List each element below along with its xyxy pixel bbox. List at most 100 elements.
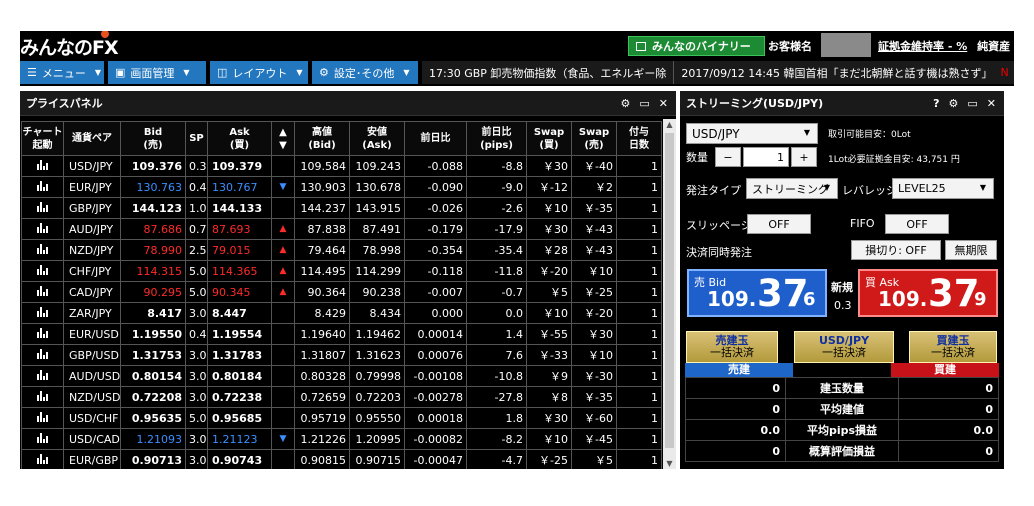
table-row[interactable]: EUR/JPY 130.763 0.4 130.767 ▼ 130.903 130.678-… (21, 176, 662, 198)
pair-cell[interactable]: NZD/JPY (63, 239, 121, 261)
qty-increment-button[interactable]: + (791, 147, 817, 167)
binary-button[interactable]: みんなのバイナリー (628, 36, 765, 56)
table-row[interactable]: CHF/JPY 114.315 5.0 114.365 ▲ 114.495 114.299-… (21, 260, 662, 282)
col-header-ask[interactable]: Ask (買) (207, 121, 272, 156)
qty-input[interactable]: 1 (743, 147, 789, 167)
table-row[interactable]: USD/CAD 1.21093 3.0 1.21123 ▼ 1.21226 1.20995-… (21, 428, 662, 450)
chart-icon[interactable] (37, 390, 48, 401)
chart-icon[interactable] (37, 369, 48, 380)
bid-cell[interactable]: 130.763 (120, 176, 186, 198)
col-header-pair[interactable]: 通貨ペア (63, 121, 121, 156)
chart-launch-cell[interactable] (21, 260, 64, 282)
pair-cell[interactable]: EUR/GBP (63, 449, 121, 469)
bid-cell[interactable]: 90.295 (120, 281, 186, 303)
chart-launch-cell[interactable] (21, 344, 64, 366)
order-type-select[interactable]: ストリーミング ▼ (746, 178, 838, 199)
table-row[interactable]: EUR/USD 1.19550 0.4 1.19554 1.19640 1.19462 0.… (21, 323, 662, 345)
table-row[interactable]: CAD/JPY 90.295 5.0 90.345 ▲ 90.364 90.238 -0.00… (21, 281, 662, 303)
ask-cell[interactable]: 8.447 (207, 302, 272, 324)
ask-cell[interactable]: 130.767 (207, 176, 272, 198)
table-row[interactable]: AUD/JPY 87.686 0.7 87.693 ▲ 87.838 87.491 -0.17… (21, 218, 662, 240)
table-row[interactable]: NZD/USD 0.72208 3.0 0.72238 0.72659 0.72203 -0… (21, 386, 662, 408)
pair-close-all-button[interactable]: USD/JPY 一括決済 (794, 331, 894, 363)
table-row[interactable]: GBP/USD 1.31753 3.0 1.31783 1.31807 1.31623 0.… (21, 344, 662, 366)
ask-cell[interactable]: 114.365 (207, 260, 272, 282)
bid-cell[interactable]: 144.123 (120, 197, 186, 219)
pair-cell[interactable]: CHF/JPY (63, 260, 121, 282)
ask-cell[interactable]: 1.19554 (207, 323, 272, 345)
ask-cell[interactable]: 90.345 (207, 281, 272, 303)
chart-launch-cell[interactable] (21, 197, 64, 219)
minimize-icon[interactable]: ▭ (967, 97, 977, 110)
ask-cell[interactable]: 0.95685 (207, 407, 272, 429)
chart-launch-cell[interactable] (21, 302, 64, 324)
ask-cell[interactable]: 0.80184 (207, 365, 272, 387)
chart-launch-cell[interactable] (21, 239, 64, 261)
bid-cell[interactable]: 1.21093 (120, 428, 186, 450)
ask-cell[interactable]: 79.015 (207, 239, 272, 261)
pair-cell[interactable]: AUD/USD (63, 365, 121, 387)
sell-close-all-button[interactable]: 売建玉 一括決済 (686, 331, 778, 363)
col-header-sp[interactable]: SP (185, 121, 208, 156)
chart-icon[interactable] (37, 453, 48, 464)
news-ticker[interactable]: 17:30 GBP 卸売物価指数（食品、エネルギー除 2017/09/12 14… (422, 61, 1014, 84)
chart-icon[interactable] (37, 306, 48, 317)
pair-cell[interactable]: EUR/JPY (63, 176, 121, 198)
chart-icon[interactable] (37, 432, 48, 443)
pair-cell[interactable]: AUD/JPY (63, 218, 121, 240)
chart-launch-cell[interactable] (21, 218, 64, 240)
bid-cell[interactable]: 87.686 (120, 218, 186, 240)
gear-icon[interactable]: ⚙ (949, 97, 959, 110)
ask-cell[interactable]: 144.133 (207, 197, 272, 219)
chart-icon[interactable] (37, 243, 48, 254)
qty-decrement-button[interactable]: − (715, 147, 741, 167)
col-header-chart[interactable]: チャート 起動 (21, 121, 64, 156)
chart-launch-cell[interactable] (21, 365, 64, 387)
bid-cell[interactable]: 0.80154 (120, 365, 186, 387)
pair-cell[interactable]: EUR/USD (63, 323, 121, 345)
scroll-down-icon[interactable]: ▼ (663, 459, 676, 468)
bid-cell[interactable]: 0.90713 (120, 449, 186, 469)
chart-icon[interactable] (37, 159, 48, 170)
gear-icon[interactable]: ⚙ (621, 97, 631, 110)
chart-icon[interactable] (37, 180, 48, 191)
bid-cell[interactable]: 78.990 (120, 239, 186, 261)
menu-button[interactable]: ☰ メニュー ▼ (20, 61, 104, 84)
chart-icon[interactable] (37, 348, 48, 359)
col-header-change[interactable]: 前日比 (404, 121, 467, 156)
pair-cell[interactable]: GBP/USD (63, 344, 121, 366)
pair-select[interactable]: USD/JPY ▼ (686, 123, 818, 144)
bid-cell[interactable]: 8.417 (120, 302, 186, 324)
chart-launch-cell[interactable] (21, 323, 64, 345)
table-row[interactable]: ZAR/JPY 8.417 3.0 8.447 8.429 8.434 0.000 0.0 ￥1… (21, 302, 662, 324)
close-icon[interactable]: ✕ (659, 97, 668, 110)
scrollbar[interactable]: ▲ ▼ (663, 119, 676, 469)
minimize-icon[interactable]: ▭ (639, 97, 649, 110)
settings-button[interactable]: ⚙ 設定･その他 ▼ (312, 61, 418, 84)
margin-ratio[interactable]: 証拠金維持率 - % 純資産 (878, 38, 1010, 54)
bid-cell[interactable]: 1.19550 (120, 323, 186, 345)
chart-launch-cell[interactable] (21, 386, 64, 408)
col-header-swap-buy[interactable]: Swap (買) (526, 121, 572, 156)
ask-cell[interactable]: 87.693 (207, 218, 272, 240)
table-row[interactable]: AUD/USD 0.80154 3.0 0.80184 0.80328 0.79998 -0… (21, 365, 662, 387)
table-row[interactable]: NZD/JPY 78.990 2.5 79.015 ▲ 79.464 78.998 -0.35… (21, 239, 662, 261)
chart-launch-cell[interactable] (21, 155, 64, 177)
chart-launch-cell[interactable] (21, 449, 64, 469)
table-row[interactable]: EUR/GBP 0.90713 3.0 0.90743 0.90815 0.90715 -0… (21, 449, 662, 469)
bid-cell[interactable]: 1.31753 (120, 344, 186, 366)
leverage-select[interactable]: LEVEL25 ▼ (892, 178, 994, 199)
expiry-button[interactable]: 無期限 (945, 240, 997, 260)
pair-cell[interactable]: GBP/JPY (63, 197, 121, 219)
scrollbar-thumb[interactable] (665, 133, 674, 448)
chart-icon[interactable] (37, 222, 48, 233)
fifo-toggle[interactable]: OFF (885, 214, 949, 234)
col-header-swap-sell[interactable]: Swap (売) (571, 121, 617, 156)
col-header-low[interactable]: 安値 (Ask) (349, 121, 405, 156)
pair-cell[interactable]: USD/CAD (63, 428, 121, 450)
screen-management-button[interactable]: ▣ 画面管理 ▼ (108, 61, 206, 84)
col-header-change-pips[interactable]: 前日比 (pips) (466, 121, 527, 156)
layout-button[interactable]: ◫ レイアウト ▼ (210, 61, 308, 84)
pair-cell[interactable]: USD/CHF (63, 407, 121, 429)
pair-cell[interactable]: USD/JPY (63, 155, 121, 177)
